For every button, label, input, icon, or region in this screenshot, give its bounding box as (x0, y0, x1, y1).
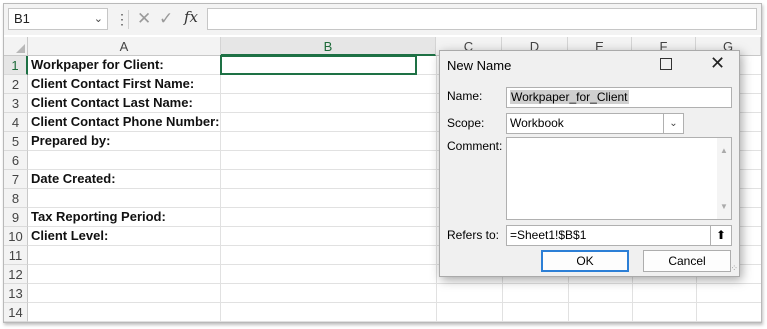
row-header[interactable]: 9 (4, 208, 28, 227)
row-header[interactable]: 4 (4, 113, 28, 132)
refers-to-label: Refers to: (447, 228, 500, 242)
name-label: Name: (447, 89, 483, 103)
excel-window: B1 ⌄ ⋮ ✕ ✓ fx A B C D E F G 1 Workpaper … (3, 3, 762, 323)
row-header[interactable]: 7 (4, 170, 28, 189)
active-cell-b1[interactable] (220, 55, 417, 75)
cell-a9[interactable]: Tax Reporting Period: (28, 208, 221, 226)
dialog-title: New Name (447, 58, 512, 73)
cell-a8[interactable] (28, 189, 221, 207)
name-box[interactable]: B1 ⌄ (8, 8, 108, 30)
row-header[interactable]: 1 (4, 56, 28, 75)
cell-a14[interactable] (28, 303, 221, 321)
row-header[interactable]: 13 (4, 284, 28, 303)
cell-a2[interactable]: Client Contact First Name: (28, 75, 221, 93)
new-name-dialog: New Name ✕ Name: Workpaper_for_Client Sc… (439, 50, 740, 277)
ok-button[interactable]: OK (541, 250, 629, 272)
cell-a12[interactable] (28, 265, 221, 283)
scroll-down-icon[interactable]: ▼ (720, 197, 728, 216)
cell-a4[interactable]: Client Contact Phone Number: (28, 113, 221, 131)
chevron-down-icon[interactable]: ⌄ (94, 9, 103, 29)
cell-a3[interactable]: Client Contact Last Name: (28, 94, 221, 112)
row-header[interactable]: 3 (4, 94, 28, 113)
collapse-dialog-icon[interactable]: ⬆ (710, 226, 731, 245)
comment-label: Comment: (447, 139, 503, 153)
cell-a11[interactable] (28, 246, 221, 264)
row-header[interactable]: 11 (4, 246, 28, 265)
cell-a5[interactable]: Prepared by: (28, 132, 221, 150)
column-header-a[interactable]: A (28, 37, 221, 56)
scope-select[interactable]: Workbook ⌄ (506, 113, 684, 134)
scope-label: Scope: (447, 116, 485, 130)
scope-select-value: Workbook (510, 116, 564, 130)
row-header[interactable]: 12 (4, 265, 28, 284)
refers-to-value: =Sheet1!$B$1 (510, 228, 587, 242)
name-input[interactable]: Workpaper_for_Client (506, 87, 732, 108)
close-icon[interactable]: ✕ (710, 53, 725, 73)
cell-a13[interactable] (28, 284, 221, 302)
row-header[interactable]: 8 (4, 189, 28, 208)
cell-a10[interactable]: Client Level: (28, 227, 221, 245)
cell-a7[interactable]: Date Created: (28, 170, 221, 188)
formula-input[interactable] (207, 8, 757, 30)
row-header[interactable]: 2 (4, 75, 28, 94)
comment-scrollbar[interactable]: ▲ ▼ (717, 138, 731, 219)
divider (128, 10, 129, 29)
select-all-button[interactable] (4, 37, 28, 56)
comment-textarea[interactable]: ▲ ▼ (506, 137, 732, 220)
row-header[interactable]: 5 (4, 132, 28, 151)
cell-a1[interactable]: Workpaper for Client: (28, 56, 221, 74)
more-options-icon[interactable]: ⋮ (115, 10, 129, 28)
scroll-up-icon[interactable]: ▲ (720, 141, 728, 160)
chevron-down-icon[interactable]: ⌄ (663, 114, 683, 133)
column-header-b[interactable]: B (221, 37, 436, 56)
maximize-icon[interactable] (660, 58, 672, 70)
name-input-value: Workpaper_for_Client (510, 90, 629, 104)
cancel-entry-icon[interactable]: ✕ (137, 9, 151, 29)
cancel-button[interactable]: Cancel (643, 250, 731, 272)
formula-bar: B1 ⌄ ⋮ ✕ ✓ fx (4, 4, 761, 35)
insert-function-button[interactable]: fx (184, 8, 198, 26)
table-row (28, 284, 761, 303)
table-row (28, 303, 761, 322)
refers-to-input[interactable]: =Sheet1!$B$1 ⬆ (506, 225, 732, 246)
confirm-entry-icon[interactable]: ✓ (159, 9, 173, 29)
cell-a6[interactable] (28, 151, 221, 169)
row-header[interactable]: 10 (4, 227, 28, 246)
resize-grip-icon[interactable]: ⁘ (730, 263, 737, 274)
name-box-value: B1 (14, 11, 30, 26)
row-header[interactable]: 14 (4, 303, 28, 322)
row-header[interactable]: 6 (4, 151, 28, 170)
